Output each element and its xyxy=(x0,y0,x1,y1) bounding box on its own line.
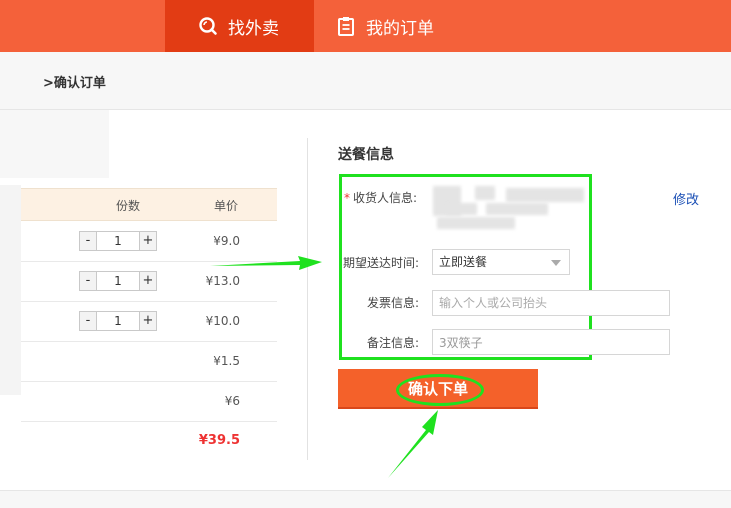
required-mark: * xyxy=(344,191,350,205)
chevron-down-icon xyxy=(551,260,561,266)
annotation-arrow-up xyxy=(388,410,438,478)
delivery-info-title: 送餐信息 xyxy=(338,147,394,163)
fee-price: ¥6 xyxy=(224,394,240,408)
increase-button[interactable]: + xyxy=(139,311,157,331)
receiver-label: * 收货人信息: xyxy=(344,189,417,206)
invoice-label: 发票信息: xyxy=(367,296,420,310)
order-table-header xyxy=(21,188,277,221)
fee-price: ¥1.5 xyxy=(213,354,240,368)
quantity-field[interactable]: 1 xyxy=(97,311,139,331)
clipboard-icon xyxy=(336,16,356,36)
footer-strip xyxy=(0,490,731,508)
quantity-field[interactable]: 1 xyxy=(97,271,139,291)
order-confirm-page: 找外卖 我的订单 >确认订单 份数 单价 - 1 + ¥9.0 - 1 + ¥1… xyxy=(0,0,731,508)
annotation-arrow-right xyxy=(210,256,322,270)
delivery-time-select[interactable]: 立即送餐 xyxy=(432,249,570,275)
row-divider xyxy=(21,381,277,382)
delivery-time-value: 立即送餐 xyxy=(439,255,488,269)
delivery-time-label: 期望送达时间: xyxy=(343,256,420,270)
search-icon xyxy=(198,16,218,36)
row-divider xyxy=(21,301,277,302)
highlight-ring xyxy=(396,374,484,406)
row-divider xyxy=(21,341,277,342)
decrease-button[interactable]: - xyxy=(79,271,97,291)
row-divider xyxy=(21,261,277,262)
item-names-column xyxy=(0,185,21,395)
quantity-field[interactable]: 1 xyxy=(97,231,139,251)
increase-button[interactable]: + xyxy=(139,271,157,291)
top-nav: 找外卖 我的订单 xyxy=(0,0,731,52)
header-qty: 份数 xyxy=(116,199,141,213)
increase-button[interactable]: + xyxy=(139,231,157,251)
breadcrumb: >确认订单 xyxy=(43,76,106,91)
tab-find-takeout[interactable]: 找外卖 xyxy=(165,0,314,52)
note-label: 备注信息: xyxy=(367,336,420,350)
edit-receiver-link[interactable]: 修改 xyxy=(673,189,699,208)
decrease-button[interactable]: - xyxy=(79,311,97,331)
tab-my-orders-label: 我的订单 xyxy=(366,18,434,39)
panel-divider xyxy=(307,138,308,460)
quantity-stepper[interactable]: - 1 + xyxy=(79,311,157,331)
item-price: ¥10.0 xyxy=(205,314,240,328)
note-input[interactable] xyxy=(432,329,670,355)
quantity-stepper[interactable]: - 1 + xyxy=(79,271,157,291)
tab-find-takeout-label: 找外卖 xyxy=(228,18,279,39)
receiver-label-text: 收货人信息: xyxy=(353,191,418,205)
decrease-button[interactable]: - xyxy=(79,231,97,251)
row-divider xyxy=(21,421,277,422)
header-price: 单价 xyxy=(214,199,239,213)
breadcrumb-bar xyxy=(0,52,731,110)
tab-my-orders[interactable]: 我的订单 xyxy=(303,0,463,52)
quantity-stepper[interactable]: - 1 + xyxy=(79,231,157,251)
item-price: ¥9.0 xyxy=(213,234,240,248)
shop-info-placeholder xyxy=(0,110,109,178)
order-total: ¥39.5 xyxy=(198,433,240,448)
item-price: ¥13.0 xyxy=(205,274,240,288)
invoice-input[interactable] xyxy=(432,290,670,316)
